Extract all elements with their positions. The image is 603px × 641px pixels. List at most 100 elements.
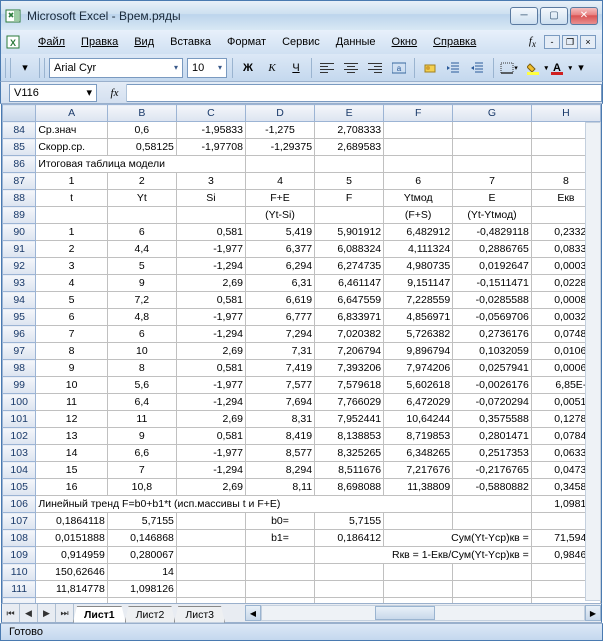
menu-format[interactable]: Формат	[220, 34, 273, 50]
cell[interactable]: E	[453, 190, 532, 207]
cell[interactable]: 0,914959	[36, 547, 107, 564]
cell[interactable]: 6,294	[245, 258, 314, 275]
align-center-button[interactable]	[341, 58, 361, 78]
row-header-92[interactable]: 92	[3, 258, 36, 275]
fill-color-button[interactable]: ▾	[523, 58, 543, 78]
cell[interactable]: Скорр.ср.	[36, 139, 107, 156]
row-header-111[interactable]: 111	[3, 581, 36, 598]
cell[interactable]: 7,952441	[315, 411, 384, 428]
menu-file[interactable]: Файл	[31, 34, 72, 50]
cell[interactable]: 3	[36, 258, 107, 275]
cell[interactable]	[453, 122, 532, 139]
cell[interactable]: 0,0151888	[36, 530, 107, 547]
cell[interactable]: 8,577	[245, 445, 314, 462]
cell[interactable]	[384, 122, 453, 139]
cell[interactable]: 0,2886765	[453, 241, 532, 258]
cell[interactable]	[176, 581, 245, 598]
cell[interactable]: 0,0257941	[453, 360, 532, 377]
cell[interactable]	[453, 564, 532, 581]
cell[interactable]	[245, 581, 314, 598]
minimize-button[interactable]: ─	[510, 7, 538, 25]
cell[interactable]: 7,577	[245, 377, 314, 394]
cell[interactable]: 8,138853	[315, 428, 384, 445]
cell[interactable]: 7,419	[245, 360, 314, 377]
cell[interactable]: 2	[107, 173, 176, 190]
cell[interactable]: -1,977	[176, 377, 245, 394]
cell[interactable]: 13	[36, 428, 107, 445]
cell[interactable]: 7,206794	[315, 343, 384, 360]
cell[interactable]: 5,602618	[384, 377, 453, 394]
align-left-button[interactable]	[317, 58, 337, 78]
menu-window[interactable]: Окно	[385, 34, 425, 50]
row-header-110[interactable]: 110	[3, 564, 36, 581]
cell[interactable]: 6,482912	[384, 224, 453, 241]
cell[interactable]: Ср.знач	[36, 122, 107, 139]
cell[interactable]: 4,856971	[384, 309, 453, 326]
row-header-106[interactable]: 106	[3, 496, 36, 513]
font-size-select[interactable]: 10▾	[187, 58, 227, 78]
tab-nav-prev[interactable]: ◀	[20, 604, 38, 622]
cell[interactable]: 5,419	[245, 224, 314, 241]
cell[interactable]: -0,0720294	[453, 394, 532, 411]
mdi-minimize-button[interactable]: -	[544, 35, 560, 49]
cell[interactable]: 9,896794	[384, 343, 453, 360]
cell[interactable]: 5	[315, 173, 384, 190]
col-header-H[interactable]: H	[531, 105, 600, 122]
cell[interactable]: 14	[107, 564, 176, 581]
menu-insert[interactable]: Вставка	[163, 34, 218, 50]
cell[interactable]: 7,766029	[315, 394, 384, 411]
maximize-button[interactable]: ▢	[540, 7, 568, 25]
cell[interactable]: 7	[107, 462, 176, 479]
cell[interactable]: 7,974206	[384, 360, 453, 377]
cell[interactable]	[453, 581, 532, 598]
mdi-restore-button[interactable]: ❐	[562, 35, 578, 49]
row-header-102[interactable]: 102	[3, 428, 36, 445]
col-header-A[interactable]: A	[36, 105, 107, 122]
cell[interactable]: -1,294	[176, 462, 245, 479]
cell[interactable]: 0,2801471	[453, 428, 532, 445]
cell[interactable]: 5	[107, 258, 176, 275]
cell[interactable]: 10,8	[107, 479, 176, 496]
cell[interactable]: 8	[107, 360, 176, 377]
cell[interactable]	[453, 496, 532, 513]
cell[interactable]: 4,980735	[384, 258, 453, 275]
row-header-109[interactable]: 109	[3, 547, 36, 564]
cell[interactable]: 7	[453, 173, 532, 190]
cell[interactable]	[245, 547, 314, 564]
menu-help[interactable]: Справка	[426, 34, 483, 50]
row-header-103[interactable]: 103	[3, 445, 36, 462]
cell[interactable]	[453, 139, 532, 156]
cell[interactable]: 0,2517353	[453, 445, 532, 462]
col-header-C[interactable]: C	[176, 105, 245, 122]
cell[interactable]: 8,11	[245, 479, 314, 496]
cell[interactable]: 0,581	[176, 428, 245, 445]
cell[interactable]	[176, 564, 245, 581]
cell[interactable]: 8,31	[245, 411, 314, 428]
menu-view[interactable]: Вид	[127, 34, 161, 50]
cell[interactable]: 6,647559	[315, 292, 384, 309]
cell[interactable]: 8	[36, 343, 107, 360]
cell[interactable]: 9	[107, 428, 176, 445]
cell[interactable]: 4,4	[107, 241, 176, 258]
row-header-95[interactable]: 95	[3, 309, 36, 326]
cell[interactable]: Итоговая таблица модели	[36, 156, 246, 173]
underline-button[interactable]: Ч	[286, 58, 306, 78]
cell[interactable]: 6,833971	[315, 309, 384, 326]
cell[interactable]: 6,777	[245, 309, 314, 326]
font-select[interactable]: Arial Cyr▾	[49, 58, 183, 78]
row-header-87[interactable]: 87	[3, 173, 36, 190]
cell[interactable]	[315, 156, 384, 173]
cell[interactable]: 2,69	[176, 479, 245, 496]
cell[interactable]: -0,2176765	[453, 462, 532, 479]
col-header-D[interactable]: D	[245, 105, 314, 122]
cell[interactable]: -0,0285588	[453, 292, 532, 309]
align-right-button[interactable]	[365, 58, 385, 78]
cell[interactable]: -1,29375	[245, 139, 314, 156]
cell[interactable]: 0,0192647	[453, 258, 532, 275]
cell[interactable]: 7,228559	[384, 292, 453, 309]
cell[interactable]: 0,58125	[107, 139, 176, 156]
cell[interactable]: 0,1864118	[36, 513, 107, 530]
cell[interactable]: 0,2736176	[453, 326, 532, 343]
cell[interactable]: 7,31	[245, 343, 314, 360]
cell[interactable]: 7,579618	[315, 377, 384, 394]
